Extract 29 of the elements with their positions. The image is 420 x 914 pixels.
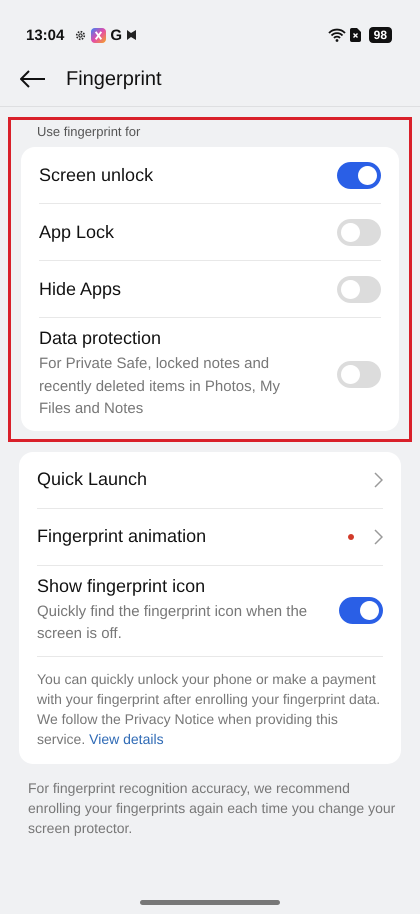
app-icon: [91, 28, 106, 42]
battery-level: 98: [368, 27, 392, 43]
setting-title: Quick Launch: [37, 469, 148, 490]
sim-icon: [350, 28, 361, 42]
view-details-link[interactable]: View details: [89, 731, 164, 748]
wifi-icon: [328, 28, 346, 42]
setting-description: Quickly find the fingerprint icon when the screen is off.: [37, 602, 308, 644]
status-time: 13:04: [26, 26, 64, 44]
setting-title: Screen unlock: [39, 164, 154, 186]
back-icon[interactable]: [20, 70, 46, 88]
footer-note: For fingerprint recognition accuracy, we recommend enrolling your fingerprints again each time you change your screen protector.: [28, 778, 396, 838]
setting-title: Data protection: [39, 328, 162, 349]
page-title: Fingerprint: [66, 68, 162, 90]
toggle-switch[interactable]: [339, 597, 383, 624]
toggle-switch[interactable]: [337, 360, 381, 388]
chevron-icon[interactable]: [374, 472, 383, 488]
gear-icon: [74, 28, 88, 42]
privacy-note: You can quickly unlock your phone or make a payment with your fingerprint after enrolling your fingerprint data. We follow the Privacy Notice when providing this service. View details: [37, 670, 382, 750]
toggle-switch[interactable]: [337, 162, 381, 188]
setting-title: Fingerprint animation: [37, 526, 208, 547]
section-label: Use fingerprint for: [36, 123, 142, 141]
toggle-switch[interactable]: [337, 276, 381, 302]
notification-letter: G: [110, 26, 122, 44]
setting-title: Show fingerprint icon: [37, 576, 206, 596]
setting-title: Hide Apps: [39, 278, 122, 300]
toggle-switch[interactable]: [337, 218, 381, 246]
setting-description: For Private Safe, locked notes and recently deleted items in Photos, My Files and Notes: [39, 354, 281, 419]
setting-title: App Lock: [39, 222, 116, 242]
chevron-icon[interactable]: [374, 528, 383, 544]
